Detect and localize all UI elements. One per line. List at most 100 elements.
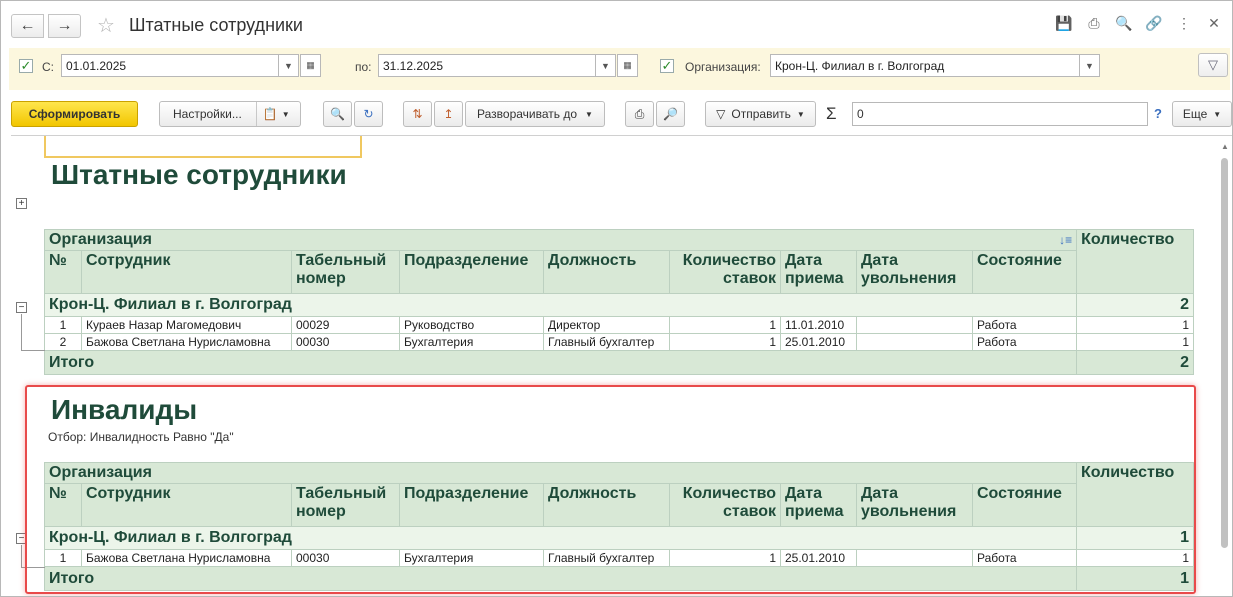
- print-icon[interactable]: ⎙: [1084, 15, 1104, 32]
- chevron-down-icon: ▼: [796, 109, 805, 119]
- header-icons: 💾 ⎙ 🔍 🔗 ⋮ ✕: [1054, 15, 1224, 32]
- arrow-left-icon[interactable]: ←: [11, 14, 44, 38]
- save-icon[interactable]: 💾: [1054, 15, 1074, 32]
- sum-field[interactable]: 0: [852, 102, 1148, 126]
- num-column-header: №: [44, 250, 82, 294]
- expand-icon[interactable]: +: [16, 198, 27, 209]
- preview-icon[interactable]: 🔎: [656, 101, 685, 127]
- report-window: ← → ☆ Штатные сотрудники 💾 ⎙ 🔍 🔗 ⋮ ✕ ✓ С…: [0, 0, 1233, 597]
- group-row[interactable]: Крон-Ц. Филиал в г. Волгоград 2: [43, 293, 1195, 317]
- filter-icon[interactable]: ▽: [1198, 53, 1228, 77]
- from-dropdown-button[interactable]: ▼: [278, 54, 299, 77]
- group-name: Крон-Ц. Филиал в г. Волгоград: [44, 526, 1077, 550]
- scroll-up-icon[interactable]: ▲: [1219, 142, 1231, 151]
- tab-number-line1: Табельный: [296, 485, 387, 502]
- department: Руководство: [399, 316, 544, 334]
- hire-date-column-header: Дата приема: [780, 483, 857, 527]
- employee-column-header: Сотрудник: [81, 483, 292, 527]
- org-column-header: Организация ↓≡: [43, 229, 1078, 251]
- from-date-field[interactable]: 01.01.2025: [61, 54, 279, 77]
- org-column-header: Организация: [44, 462, 1077, 484]
- table-row[interactable]: 1 Кураев Назар Магомедович 00029 Руковод…: [44, 316, 1195, 334]
- state-column-header: Состояние: [971, 250, 1078, 294]
- from-checkbox[interactable]: ✓: [19, 59, 33, 73]
- send-label: Отправить: [731, 107, 791, 121]
- to-date-field[interactable]: 31.12.2025: [378, 54, 596, 77]
- rate-column-header: Количество ставок: [669, 483, 781, 527]
- org-dropdown-button[interactable]: ▼: [1079, 54, 1100, 77]
- to-label: по:: [355, 60, 372, 74]
- rate: 1: [669, 316, 781, 334]
- search-icon[interactable]: 🔍: [323, 101, 352, 127]
- from-label: С:: [42, 60, 54, 74]
- link-icon[interactable]: 🔗: [1144, 15, 1164, 32]
- table-row[interactable]: 2 Бажова Светлана Нурисламовна 00030 Бух…: [44, 333, 1195, 351]
- chevron-down-icon: ▼: [585, 109, 593, 119]
- group-row[interactable]: Крон-Ц. Филиал в г. Волгоград 1: [44, 526, 1194, 550]
- rate-line1: Количество: [682, 252, 776, 269]
- row-number: 1: [44, 549, 82, 567]
- hire-line2: приема: [785, 503, 844, 520]
- org-header-label: Организация: [49, 231, 152, 248]
- generate-button[interactable]: Сформировать: [11, 101, 138, 127]
- position: Главный бухгалтер: [543, 333, 670, 351]
- row-number: 2: [44, 333, 82, 351]
- total-label: Итого: [43, 350, 1078, 375]
- from-calendar-icon[interactable]: ▦: [300, 54, 321, 77]
- position-column-header: Должность: [543, 483, 670, 527]
- fire-line2: увольнения: [861, 503, 957, 520]
- help-button[interactable]: ?: [1154, 106, 1162, 121]
- report-table: Организация Количество № Сотрудник Табел…: [44, 462, 1194, 591]
- to-calendar-icon[interactable]: ▦: [617, 54, 638, 77]
- more-icon[interactable]: ⋮: [1174, 15, 1194, 32]
- employee-name: Бажова Светлана Нурисламовна: [81, 333, 292, 351]
- count-column-header: Количество: [1076, 462, 1194, 527]
- close-icon[interactable]: ✕: [1204, 15, 1224, 32]
- chevron-down-icon: ▼: [281, 109, 290, 119]
- settings-button[interactable]: Настройки... 📋 ▼: [159, 101, 301, 127]
- fire-date: [856, 316, 973, 334]
- rate: 1: [669, 333, 781, 351]
- collapse-icon[interactable]: −: [16, 302, 27, 313]
- print-icon[interactable]: ⎙: [625, 101, 654, 127]
- sort-icon[interactable]: ↓≡: [1059, 231, 1072, 249]
- search-next-icon[interactable]: ↻: [354, 101, 383, 127]
- to-dropdown-button[interactable]: ▼: [595, 54, 616, 77]
- tree-line: [21, 350, 45, 351]
- report-area[interactable]: Штатные сотрудники + Организация ↓≡ Колич…: [11, 135, 1232, 596]
- fire-date-column-header: Дата увольнения: [856, 483, 973, 527]
- rate-line2: ставок: [722, 503, 776, 520]
- total-count: 2: [1076, 350, 1195, 375]
- tab-number-line2: номер: [296, 503, 346, 520]
- report-title: Штатные сотрудники: [51, 159, 347, 190]
- org-label: Организация:: [685, 60, 761, 74]
- row-number: 1: [44, 316, 82, 334]
- report-table: Организация ↓≡ Количество № Сотрудник Таб…: [43, 229, 1195, 375]
- send-button[interactable]: ▽ Отправить ▼: [705, 101, 816, 127]
- preview-icon[interactable]: 🔍: [1114, 15, 1134, 32]
- arrow-right-icon[interactable]: →: [48, 14, 81, 38]
- group-count: 1: [1076, 526, 1194, 550]
- more-button[interactable]: Еще ▼: [1172, 101, 1232, 127]
- sort-asc-icon[interactable]: ⇅: [403, 101, 432, 127]
- state: Работа: [972, 549, 1077, 567]
- org-field[interactable]: Крон-Ц. Филиал в г. Волгоград: [770, 54, 1080, 77]
- hire-date: 25.01.2010: [780, 333, 857, 351]
- star-icon[interactable]: ☆: [97, 13, 115, 38]
- settings-label: Настройки...: [173, 107, 242, 121]
- table-row[interactable]: 1 Бажова Светлана Нурисламовна 00030 Бух…: [44, 549, 1194, 567]
- variants-icon[interactable]: 📋: [263, 107, 278, 121]
- expand-to-button[interactable]: Разворачивать до ▼: [465, 101, 605, 127]
- fire-line1: Дата: [861, 252, 899, 269]
- sigma-icon: Σ: [826, 104, 837, 123]
- more-label: Еще: [1182, 107, 1208, 121]
- fire-line1: Дата: [861, 485, 899, 502]
- sort-desc-icon[interactable]: ↥: [434, 101, 463, 127]
- collapse-icon[interactable]: −: [16, 533, 27, 544]
- tab-number-line1: Табельный: [296, 252, 387, 269]
- tab-number: 00029: [291, 316, 400, 334]
- num-column-header: №: [44, 483, 82, 527]
- separator: [255, 102, 257, 126]
- org-checkbox[interactable]: ✓: [660, 59, 674, 73]
- scrollbar-thumb[interactable]: [1221, 158, 1228, 548]
